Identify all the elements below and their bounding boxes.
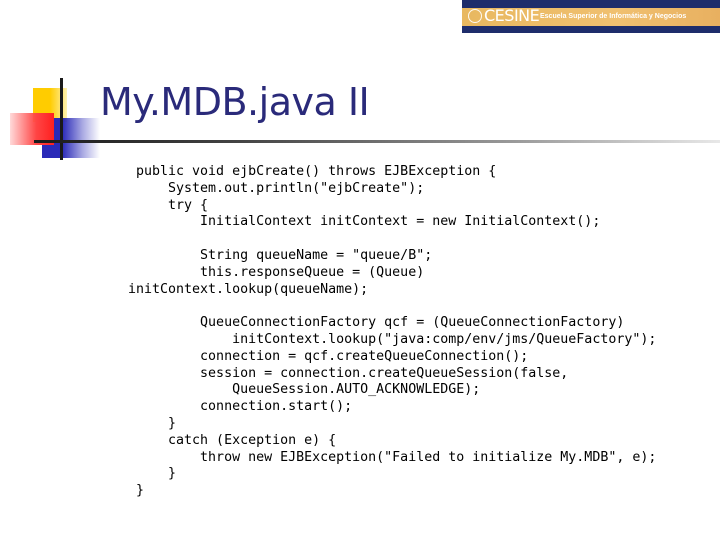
code-line: connection = qcf.createQueueConnection()… <box>128 348 529 364</box>
code-line: this.responseQueue = (Queue) <box>128 264 425 280</box>
logo-tagline: Escuela Superior de Informática y Negoci… <box>540 13 687 20</box>
emblem-icon <box>468 9 482 23</box>
code-line: initContext.lookup("java:comp/env/jms/Qu… <box>128 331 657 347</box>
logo-name: CESINE <box>484 6 540 25</box>
code-line: } <box>128 483 145 499</box>
code-line: } <box>128 466 177 482</box>
code-line: session = connection.createQueueSession(… <box>128 365 569 381</box>
code-line: catch (Exception e) { <box>128 432 337 448</box>
code-line: String queueName = "queue/B"; <box>128 247 433 263</box>
decoration-vertical-line <box>60 78 63 160</box>
code-line: QueueSession.AUTO_ACKNOWLEDGE); <box>128 382 481 398</box>
code-line: public void ejbCreate() throws EJBExcept… <box>128 164 497 179</box>
code-line: } <box>128 415 177 431</box>
code-line: throw new EJBException("Failed to initia… <box>128 449 657 465</box>
slide-title: My.MDB.java II <box>100 80 370 124</box>
code-block: public void ejbCreate() throws EJBExcept… <box>128 164 656 500</box>
code-line: QueueConnectionFactory qcf = (QueueConne… <box>128 315 625 331</box>
code-line: System.out.println("ejbCreate"); <box>128 180 425 196</box>
code-line: initContext.lookup(queueName); <box>128 281 369 297</box>
institution-logo: CESINE Escuela Superior de Informática y… <box>462 0 720 33</box>
title-underline <box>34 140 720 143</box>
code-line: try { <box>128 197 209 213</box>
code-line: InitialContext initContext = new Initial… <box>128 214 601 230</box>
code-line: connection.start(); <box>128 399 353 415</box>
